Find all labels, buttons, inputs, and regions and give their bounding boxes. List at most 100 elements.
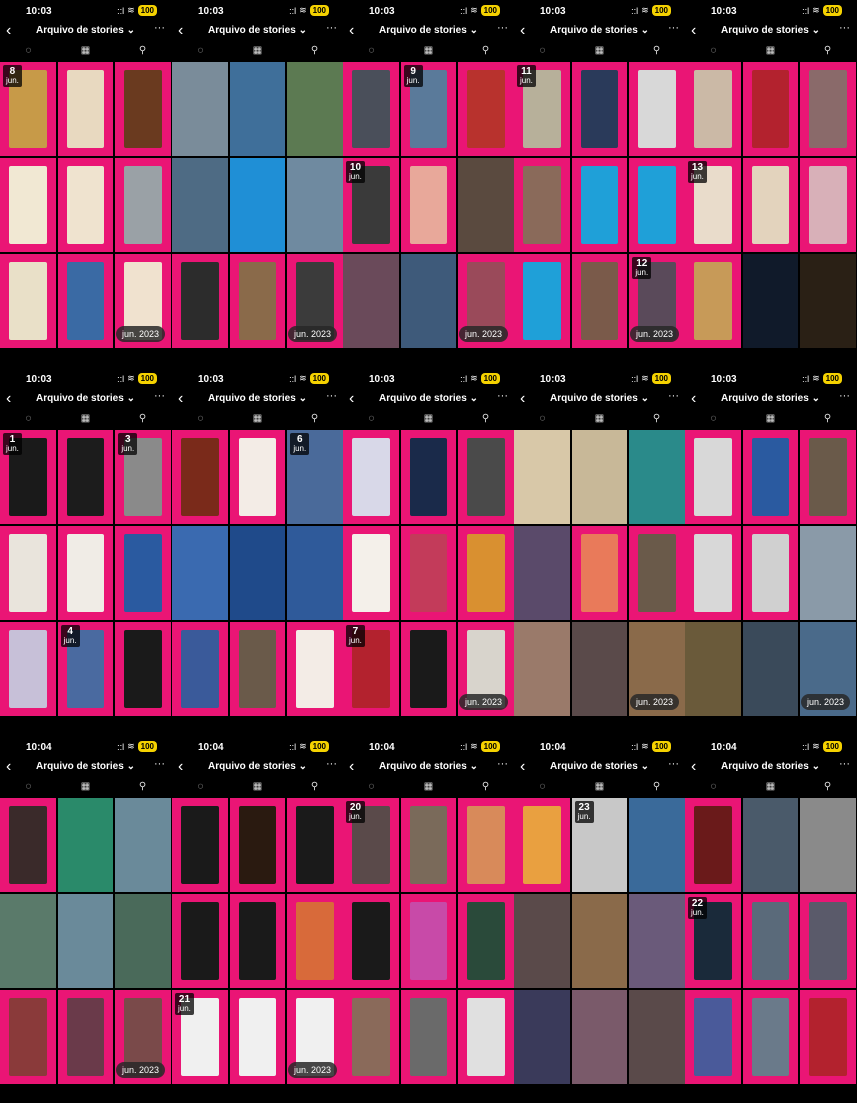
story-thumbnail[interactable]	[229, 622, 286, 716]
story-thumbnail[interactable]	[571, 622, 628, 716]
story-thumbnail[interactable]	[458, 990, 514, 1084]
more-options-icon[interactable]: ···	[154, 22, 165, 34]
stories-circle-icon[interactable]: ◌	[514, 778, 571, 796]
story-thumbnail[interactable]	[571, 158, 628, 252]
story-thumbnail[interactable]	[685, 254, 741, 348]
more-options-icon[interactable]: ···	[668, 390, 679, 402]
story-thumbnail[interactable]	[400, 622, 457, 716]
story-thumbnail[interactable]	[287, 798, 343, 892]
story-thumbnail[interactable]	[57, 158, 114, 252]
story-thumbnail[interactable]: 10 jun.	[343, 158, 399, 252]
stories-circle-icon[interactable]: ◌	[685, 410, 742, 428]
story-thumbnail[interactable]	[514, 990, 570, 1084]
story-thumbnail[interactable]: jun. 2023	[287, 254, 343, 348]
page-title[interactable]: Arquivo de stories ⌄	[343, 25, 514, 36]
story-thumbnail[interactable]	[800, 526, 856, 620]
story-thumbnail[interactable]	[172, 526, 228, 620]
story-thumbnail[interactable]	[400, 158, 457, 252]
location-pin-icon[interactable]: ⚲	[457, 778, 514, 796]
story-thumbnail[interactable]: 6 jun.	[287, 430, 343, 524]
story-thumbnail[interactable]	[571, 990, 628, 1084]
calendar-icon[interactable]: ▦	[400, 42, 457, 60]
page-title[interactable]: Arquivo de stories ⌄	[172, 25, 343, 36]
story-thumbnail[interactable]: jun. 2023	[115, 254, 171, 348]
story-thumbnail[interactable]	[0, 254, 56, 348]
story-thumbnail[interactable]	[629, 990, 685, 1084]
page-title[interactable]: Arquivo de stories ⌄	[685, 761, 856, 772]
story-thumbnail[interactable]	[685, 990, 741, 1084]
story-thumbnail[interactable]	[229, 430, 286, 524]
stories-circle-icon[interactable]: ◌	[685, 42, 742, 60]
story-thumbnail[interactable]: jun. 2023	[800, 622, 856, 716]
story-thumbnail[interactable]	[514, 798, 570, 892]
story-thumbnail[interactable]	[571, 430, 628, 524]
story-thumbnail[interactable]	[0, 894, 56, 988]
story-thumbnail[interactable]	[115, 798, 171, 892]
stories-circle-icon[interactable]: ◌	[343, 42, 400, 60]
story-thumbnail[interactable]: 3 jun.	[115, 430, 171, 524]
stories-circle-icon[interactable]: ◌	[172, 42, 229, 60]
location-pin-icon[interactable]: ⚲	[286, 410, 343, 428]
story-thumbnail[interactable]	[685, 62, 741, 156]
story-thumbnail[interactable]	[229, 254, 286, 348]
page-title[interactable]: Arquivo de stories ⌄	[685, 25, 856, 36]
story-thumbnail[interactable]	[172, 894, 228, 988]
story-thumbnail[interactable]	[172, 430, 228, 524]
stories-circle-icon[interactable]: ◌	[0, 410, 57, 428]
stories-circle-icon[interactable]: ◌	[343, 410, 400, 428]
story-thumbnail[interactable]	[400, 526, 457, 620]
story-thumbnail[interactable]	[742, 894, 799, 988]
location-pin-icon[interactable]: ⚲	[628, 410, 685, 428]
story-thumbnail[interactable]	[629, 430, 685, 524]
story-thumbnail[interactable]	[514, 158, 570, 252]
story-thumbnail[interactable]	[514, 254, 570, 348]
calendar-icon[interactable]: ▦	[400, 778, 457, 796]
more-options-icon[interactable]: ···	[497, 758, 508, 770]
stories-circle-icon[interactable]: ◌	[172, 778, 229, 796]
page-title[interactable]: Arquivo de stories ⌄	[0, 393, 171, 404]
story-thumbnail[interactable]: 8 jun.	[0, 62, 56, 156]
story-thumbnail[interactable]	[571, 62, 628, 156]
story-thumbnail[interactable]	[629, 894, 685, 988]
story-thumbnail[interactable]	[287, 622, 343, 716]
story-thumbnail[interactable]	[0, 526, 56, 620]
more-options-icon[interactable]: ···	[668, 22, 679, 34]
story-thumbnail[interactable]: jun. 2023	[458, 622, 514, 716]
story-thumbnail[interactable]: 21 jun.	[172, 990, 228, 1084]
story-thumbnail[interactable]	[800, 894, 856, 988]
story-thumbnail[interactable]	[742, 622, 799, 716]
story-thumbnail[interactable]	[400, 254, 457, 348]
story-thumbnail[interactable]	[343, 990, 399, 1084]
more-options-icon[interactable]: ···	[497, 390, 508, 402]
more-options-icon[interactable]: ···	[154, 390, 165, 402]
story-thumbnail[interactable]	[800, 254, 856, 348]
story-thumbnail[interactable]	[571, 254, 628, 348]
calendar-icon[interactable]: ▦	[571, 42, 628, 60]
page-title[interactable]: Arquivo de stories ⌄	[514, 25, 685, 36]
story-thumbnail[interactable]	[287, 158, 343, 252]
story-thumbnail[interactable]	[229, 62, 286, 156]
story-thumbnail[interactable]	[685, 798, 741, 892]
story-thumbnail[interactable]	[229, 990, 286, 1084]
stories-circle-icon[interactable]: ◌	[0, 778, 57, 796]
calendar-icon[interactable]: ▦	[571, 410, 628, 428]
story-thumbnail[interactable]	[629, 158, 685, 252]
calendar-icon[interactable]: ▦	[742, 42, 799, 60]
story-thumbnail[interactable]	[57, 526, 114, 620]
story-thumbnail[interactable]	[172, 254, 228, 348]
story-thumbnail[interactable]	[172, 158, 228, 252]
page-title[interactable]: Arquivo de stories ⌄	[0, 25, 171, 36]
story-thumbnail[interactable]	[514, 894, 570, 988]
story-thumbnail[interactable]	[172, 798, 228, 892]
story-thumbnail[interactable]	[0, 798, 56, 892]
story-thumbnail[interactable]	[287, 894, 343, 988]
story-thumbnail[interactable]: 23 jun.	[571, 798, 628, 892]
location-pin-icon[interactable]: ⚲	[799, 410, 856, 428]
story-thumbnail[interactable]	[742, 526, 799, 620]
more-options-icon[interactable]: ···	[839, 22, 850, 34]
more-options-icon[interactable]: ···	[326, 22, 337, 34]
location-pin-icon[interactable]: ⚲	[457, 42, 514, 60]
story-thumbnail[interactable]: jun. 2023	[115, 990, 171, 1084]
location-pin-icon[interactable]: ⚲	[286, 778, 343, 796]
story-thumbnail[interactable]	[514, 430, 570, 524]
